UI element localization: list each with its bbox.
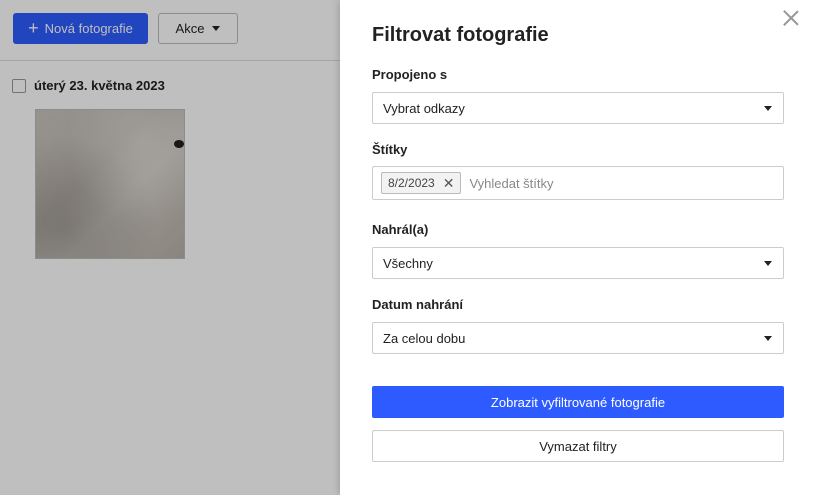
- tags-search-input[interactable]: [469, 175, 720, 191]
- linked-with-select[interactable]: Vybrat odkazy: [372, 92, 784, 124]
- tags-field[interactable]: 8/2/2023 ✕: [372, 166, 784, 200]
- clear-filters-button[interactable]: Vymazat filtry: [372, 430, 784, 462]
- show-filtered-photos-button[interactable]: Zobrazit vyfiltrované fotografie: [372, 386, 784, 418]
- tags-label: Štítky: [372, 142, 408, 157]
- uploaded-by-label: Nahrál(a): [372, 222, 429, 237]
- caret-down-icon: [764, 261, 772, 266]
- upload-date-label: Datum nahrání: [372, 297, 464, 312]
- linked-with-label: Propojeno s: [372, 67, 448, 82]
- caret-down-icon: [764, 336, 772, 341]
- remove-tag-icon[interactable]: ✕: [443, 176, 455, 190]
- tag-chip-label: 8/2/2023: [388, 176, 435, 190]
- uploaded-by-select[interactable]: Všechny: [372, 247, 784, 279]
- uploaded-by-value: Všechny: [383, 255, 433, 271]
- close-icon[interactable]: [783, 10, 799, 26]
- tag-chip: 8/2/2023 ✕: [381, 172, 462, 194]
- upload-date-select[interactable]: Za celou dobu: [372, 322, 784, 354]
- upload-date-value: Za celou dobu: [383, 330, 466, 346]
- filter-photos-modal: Filtrovat fotografie Propojeno s Vybrat …: [340, 0, 818, 495]
- linked-with-value: Vybrat odkazy: [383, 100, 465, 116]
- modal-title: Filtrovat fotografie: [372, 24, 549, 46]
- caret-down-icon: [764, 106, 772, 111]
